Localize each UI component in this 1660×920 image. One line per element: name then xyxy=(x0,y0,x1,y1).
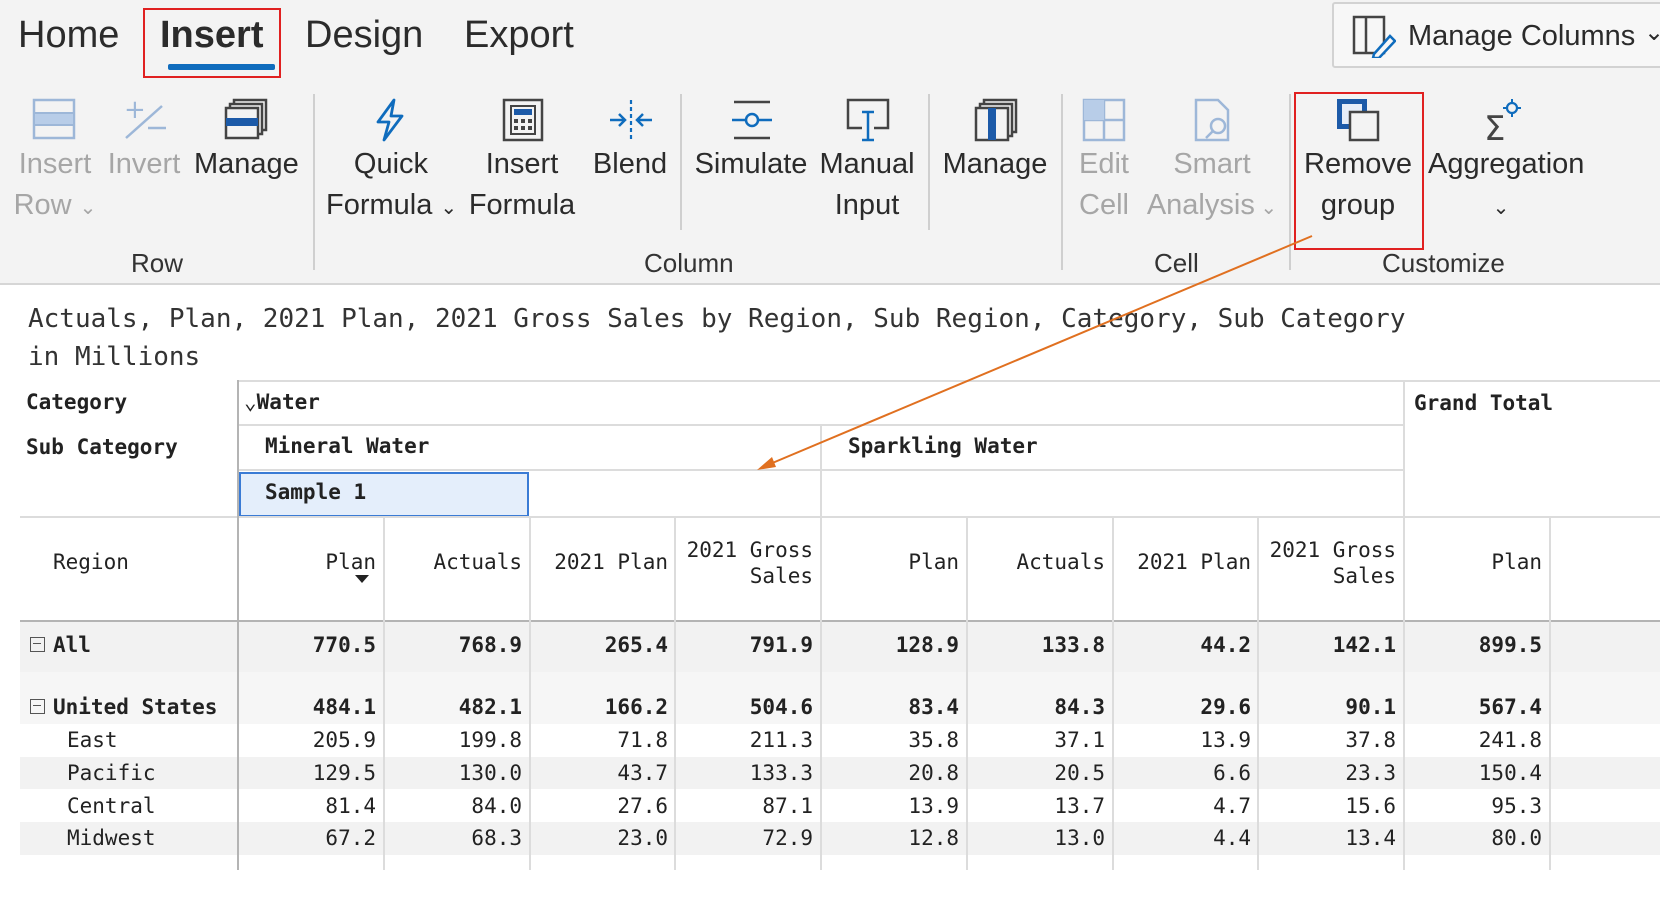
annotation-arrow xyxy=(757,235,1313,470)
